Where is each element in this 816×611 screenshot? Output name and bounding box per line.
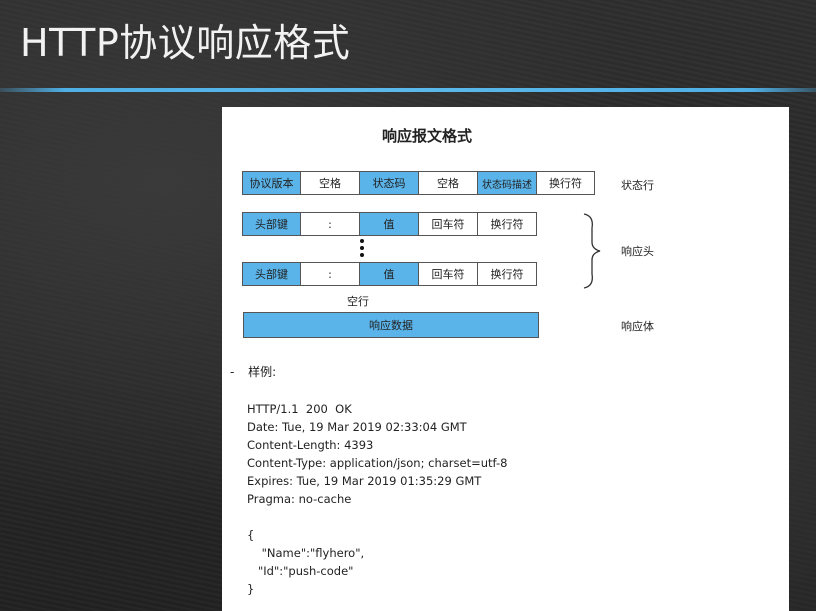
diagram-title: 响应报文格式	[381, 127, 472, 145]
field-status-description: 状态码描述	[477, 171, 537, 195]
example-code: HTTP/1.1 200 OK Date: Tue, 19 Mar 2019 0…	[247, 400, 507, 598]
code-line: Expires: Tue, 19 Mar 2019 01:35:29 GMT	[247, 474, 482, 488]
field-header-value: 值	[359, 262, 419, 286]
empty-line-label: 空行	[347, 295, 369, 308]
field-carriage-return: 回车符	[418, 212, 478, 236]
field-protocol-version: 协议版本	[242, 171, 301, 195]
field-header-key: 头部键	[242, 212, 301, 236]
bullet: -	[230, 365, 235, 379]
field-colon: :	[300, 262, 360, 286]
field-space: 空格	[418, 171, 478, 195]
status-line-row: 协议版本 空格 状态码 空格 状态码描述 换行符	[242, 171, 595, 195]
ellipsis-dots	[359, 239, 365, 260]
content-panel: 响应报文格式 协议版本 空格 状态码 空格 状态码描述 换行符 状态行 头部键 …	[222, 107, 789, 611]
field-line-feed: 换行符	[477, 262, 537, 286]
field-carriage-return: 回车符	[418, 262, 478, 286]
code-line: Pragma: no-cache	[247, 492, 352, 506]
right-brace	[583, 213, 601, 289]
field-colon: :	[300, 212, 360, 236]
body-label: 响应体	[621, 320, 654, 333]
field-header-key: 头部键	[242, 262, 301, 286]
header-label: 响应头	[621, 245, 654, 258]
slide-title: HTTP协议响应格式	[20, 21, 351, 65]
code-line: "Id":"push-code"	[247, 564, 354, 578]
field-space: 空格	[300, 171, 360, 195]
code-line: Date: Tue, 19 Mar 2019 02:33:04 GMT	[247, 420, 467, 434]
code-line: "Name":"flyhero",	[247, 546, 365, 560]
example-heading: - 样例:	[230, 363, 276, 380]
header-row: 头部键 : 值 回车符 换行符	[242, 212, 537, 236]
field-status-code: 状态码	[359, 171, 419, 195]
field-header-value: 值	[359, 212, 419, 236]
code-line: {	[247, 528, 255, 542]
code-line: Content-Type: application/json; charset=…	[247, 456, 508, 470]
title-divider	[0, 88, 816, 92]
field-line-feed: 换行符	[536, 171, 595, 195]
code-line: Content-Length: 4393	[247, 438, 374, 452]
code-line: }	[247, 582, 255, 596]
field-line-feed: 换行符	[477, 212, 537, 236]
example-title: 样例:	[248, 365, 277, 379]
code-line: HTTP/1.1 200 OK	[247, 402, 352, 416]
status-line-label: 状态行	[621, 179, 654, 192]
header-row: 头部键 : 值 回车符 换行符	[242, 262, 537, 286]
response-body-bar: 响应数据	[243, 312, 539, 338]
